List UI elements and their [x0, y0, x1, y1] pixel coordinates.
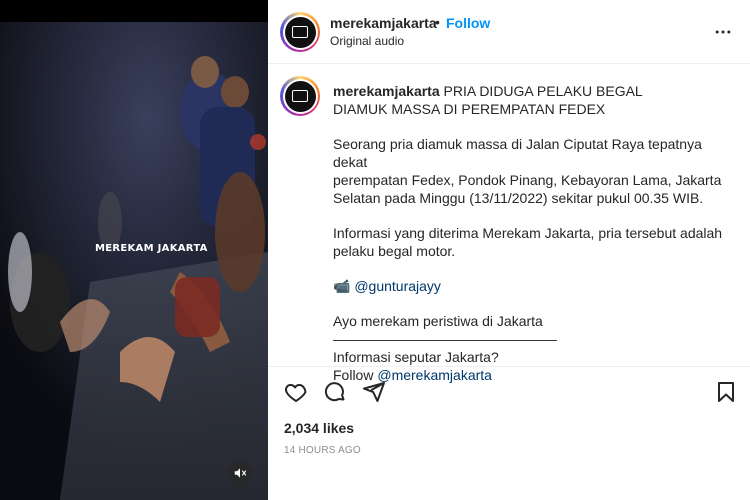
- bookmark-icon[interactable]: [714, 380, 738, 404]
- logo-icon: [292, 26, 308, 38]
- caption-para1-line2: perempatan Fedex, Pondok Pinang, Kebayor…: [333, 172, 722, 188]
- separator-dot: •: [435, 14, 440, 30]
- more-options-icon[interactable]: [713, 22, 733, 42]
- video-watermark: MEREKAM JAKARTA: [95, 243, 208, 254]
- send-icon[interactable]: [362, 380, 386, 404]
- caption-text: merekamjakarta PRIA DIDUGA PELAKU BEGAL …: [333, 82, 738, 384]
- video-player[interactable]: MEREKAM JAKARTA: [0, 0, 268, 500]
- speaker-muted-icon: [234, 468, 247, 478]
- video-top-bar: [0, 0, 268, 22]
- caption-para1-line1: Seorang pria diamuk massa di Jalan Ciput…: [333, 136, 702, 170]
- caption-question: Informasi seputar Jakarta?: [333, 349, 499, 365]
- follow-button[interactable]: Follow: [446, 15, 490, 31]
- video-camera-icon: 📹: [333, 278, 351, 294]
- caption-title-line2: DIAMUK MASSA DI PEREMPATAN FEDEX: [333, 101, 606, 117]
- caption: merekamjakarta PRIA DIDUGA PELAKU BEGAL …: [268, 65, 750, 383]
- header-username[interactable]: merekamjakarta: [330, 15, 437, 31]
- likes-count[interactable]: 2,034 likes: [284, 420, 354, 436]
- heart-icon[interactable]: [284, 380, 308, 404]
- video-frame: [0, 22, 268, 500]
- caption-para1-line3: Selatan pada Minggu (13/11/2022) sekitar…: [333, 190, 704, 206]
- post-panel: merekamjakarta • Follow Original audio m…: [268, 0, 750, 500]
- action-bar: [268, 366, 750, 416]
- comment-icon[interactable]: [323, 380, 347, 404]
- caption-para2-line2: pelaku begal motor.: [333, 243, 456, 259]
- caption-username[interactable]: merekamjakarta: [333, 83, 440, 99]
- avatar[interactable]: [280, 12, 320, 52]
- credit-handle-link[interactable]: @gunturajayy: [354, 278, 441, 294]
- post-header: merekamjakarta • Follow Original audio: [268, 0, 750, 64]
- caption-title-line1: PRIA DIDUGA PELAKU BEGAL: [443, 83, 643, 99]
- caption-rule: ————————————————: [333, 331, 557, 347]
- caption-avatar[interactable]: [280, 76, 320, 116]
- logo-icon: [292, 90, 308, 102]
- caption-cta: Ayo merekam peristiwa di Jakarta: [333, 313, 543, 329]
- mute-button[interactable]: [228, 461, 252, 485]
- audio-label[interactable]: Original audio: [330, 34, 404, 48]
- post-timestamp[interactable]: 14 HOURS AGO: [284, 445, 361, 456]
- caption-para2-line1: Informasi yang diterima Merekam Jakarta,…: [333, 225, 723, 241]
